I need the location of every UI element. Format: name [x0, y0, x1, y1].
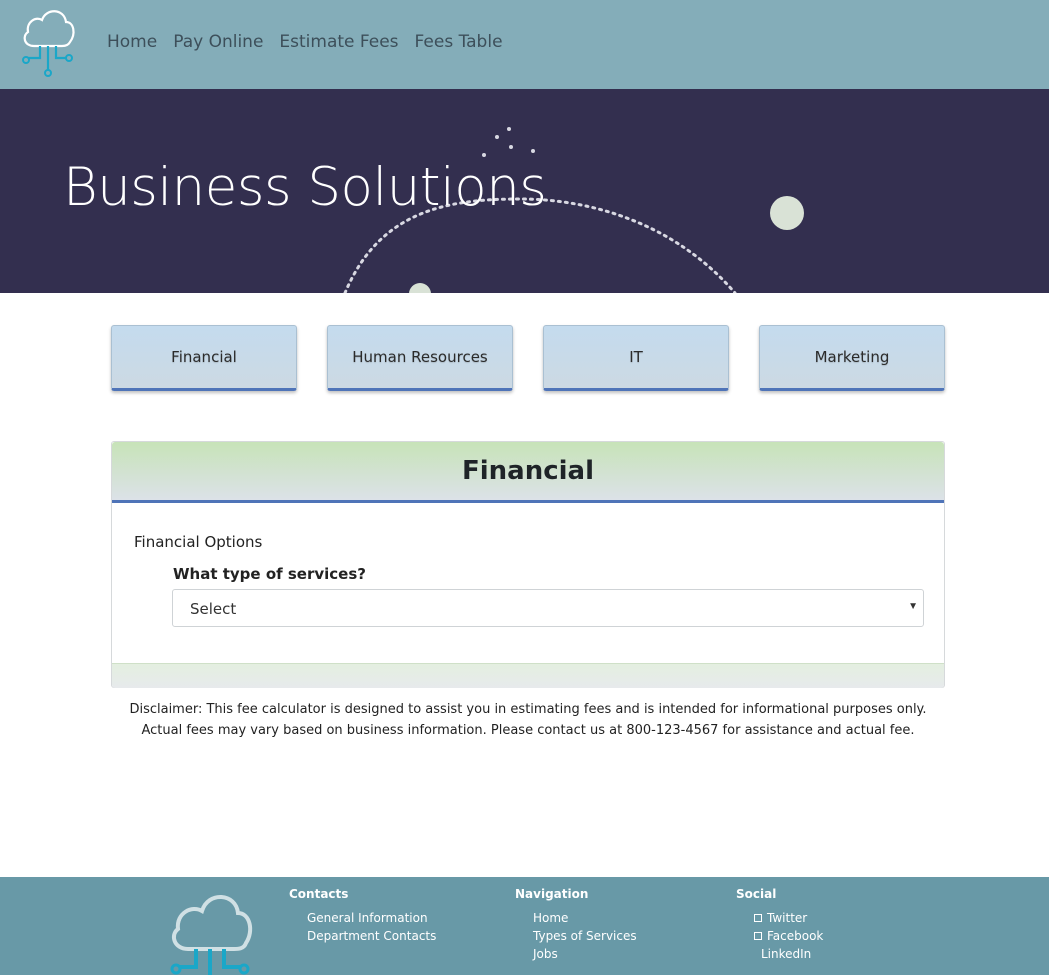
footer-link-department-contacts[interactable]: Department Contacts	[307, 927, 436, 945]
panel-header: Financial	[112, 442, 944, 503]
facebook-label: Facebook	[767, 929, 824, 943]
select-value: Select	[190, 600, 237, 618]
disclaimer-line-1: Disclaimer: This fee calculator is desig…	[129, 702, 927, 717]
category-tabs: Financial Human Resources IT Marketing	[111, 325, 945, 393]
panel-title: Financial	[461, 456, 595, 486]
twitter-icon	[754, 914, 762, 922]
footer-navigation-heading: Navigation	[515, 887, 589, 901]
category-financial-button[interactable]: Financial	[111, 325, 297, 391]
footer-contacts-heading: Contacts	[289, 887, 349, 901]
footer-navigation: Navigation Home Types of Services Jobs	[515, 887, 637, 963]
options-label: Financial Options	[134, 533, 263, 551]
hero-banner: Business Solutions	[0, 89, 1049, 293]
footer-link-facebook[interactable]: Facebook	[754, 927, 823, 945]
nav-home-link[interactable]: Home	[107, 32, 157, 52]
financial-panel: Financial Financial Options What type of…	[111, 441, 945, 688]
panel-footer	[112, 663, 944, 688]
site-footer: Contacts General Information Department …	[0, 877, 1049, 975]
footer-link-twitter[interactable]: Twitter	[754, 909, 823, 927]
facebook-icon	[754, 932, 762, 940]
footer-social: Social Twitter Facebook LinkedIn	[736, 887, 823, 963]
category-human-resources-button[interactable]: Human Resources	[327, 325, 513, 391]
service-type-label: What type of services?	[173, 565, 366, 583]
linkedin-label: LinkedIn	[761, 947, 812, 961]
category-marketing-button[interactable]: Marketing	[759, 325, 945, 391]
disclaimer: Disclaimer: This fee calculator is desig…	[111, 699, 945, 741]
main-nav: Home Pay Online Estimate Fees Fees Table	[107, 32, 503, 52]
footer-social-heading: Social	[736, 887, 777, 901]
cloud-circuit-icon[interactable]	[20, 6, 76, 78]
twitter-label: Twitter	[767, 911, 808, 925]
footer-link-linkedin[interactable]: LinkedIn	[754, 945, 823, 963]
footer-link-general-information[interactable]: General Information	[307, 909, 436, 927]
top-navbar: Home Pay Online Estimate Fees Fees Table	[0, 0, 1049, 89]
service-type-select[interactable]: Select ▼	[172, 589, 924, 627]
footer-contacts: Contacts General Information Department …	[289, 887, 436, 945]
footer-link-home[interactable]: Home	[533, 909, 637, 927]
hero-title: Business Solutions	[63, 157, 547, 218]
footer-cloud-logo-icon	[170, 895, 253, 975]
footer-link-types-of-services[interactable]: Types of Services	[533, 927, 637, 945]
nav-estimate-fees-link[interactable]: Estimate Fees	[279, 32, 398, 52]
caret-down-icon: ▼	[908, 601, 918, 612]
footer-link-jobs[interactable]: Jobs	[533, 945, 637, 963]
nav-fees-table-link[interactable]: Fees Table	[415, 32, 503, 52]
category-it-button[interactable]: IT	[543, 325, 729, 391]
nav-pay-online-link[interactable]: Pay Online	[173, 32, 263, 52]
disclaimer-line-2: Actual fees may vary based on business i…	[141, 723, 915, 738]
